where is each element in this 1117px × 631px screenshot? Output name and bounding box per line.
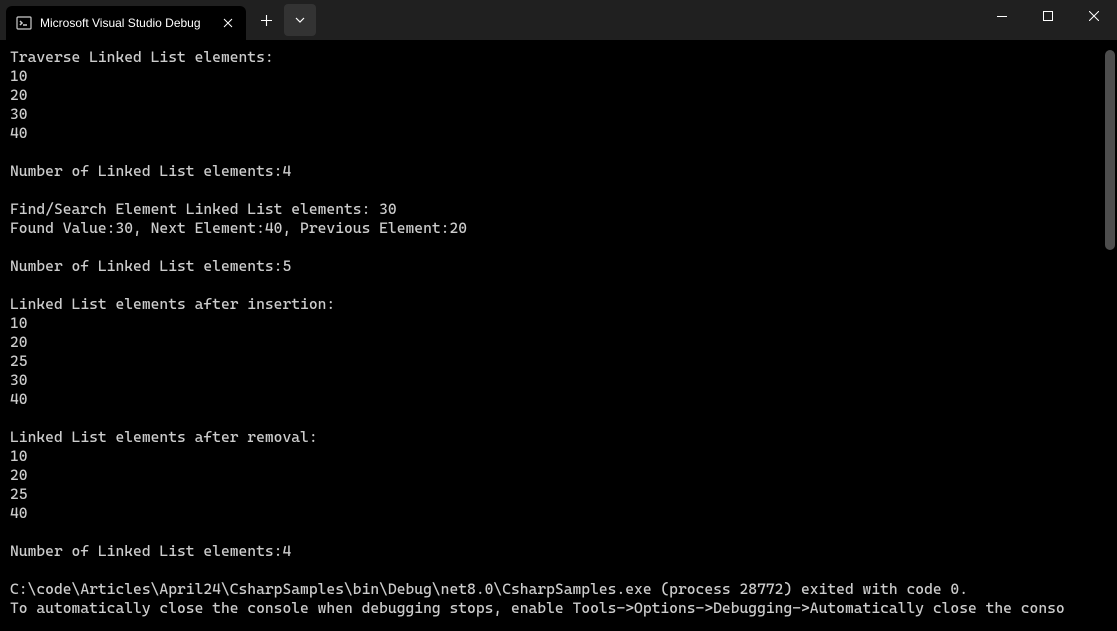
maximize-button[interactable] bbox=[1025, 0, 1071, 32]
terminal-icon bbox=[16, 15, 32, 31]
tab[interactable]: Microsoft Visual Studio Debug bbox=[6, 6, 246, 40]
console-output: Traverse Linked List elements: 10 20 30 … bbox=[0, 40, 1117, 626]
titlebar: Microsoft Visual Studio Debug bbox=[0, 0, 1117, 40]
new-tab-button[interactable] bbox=[250, 4, 282, 36]
close-button[interactable] bbox=[1071, 0, 1117, 32]
minimize-button[interactable] bbox=[979, 0, 1025, 32]
tab-title: Microsoft Visual Studio Debug bbox=[40, 16, 216, 30]
window-controls bbox=[979, 0, 1117, 32]
scrollbar[interactable] bbox=[1105, 50, 1115, 250]
tab-close-button[interactable] bbox=[220, 15, 236, 31]
dropdown-button[interactable] bbox=[284, 4, 316, 36]
